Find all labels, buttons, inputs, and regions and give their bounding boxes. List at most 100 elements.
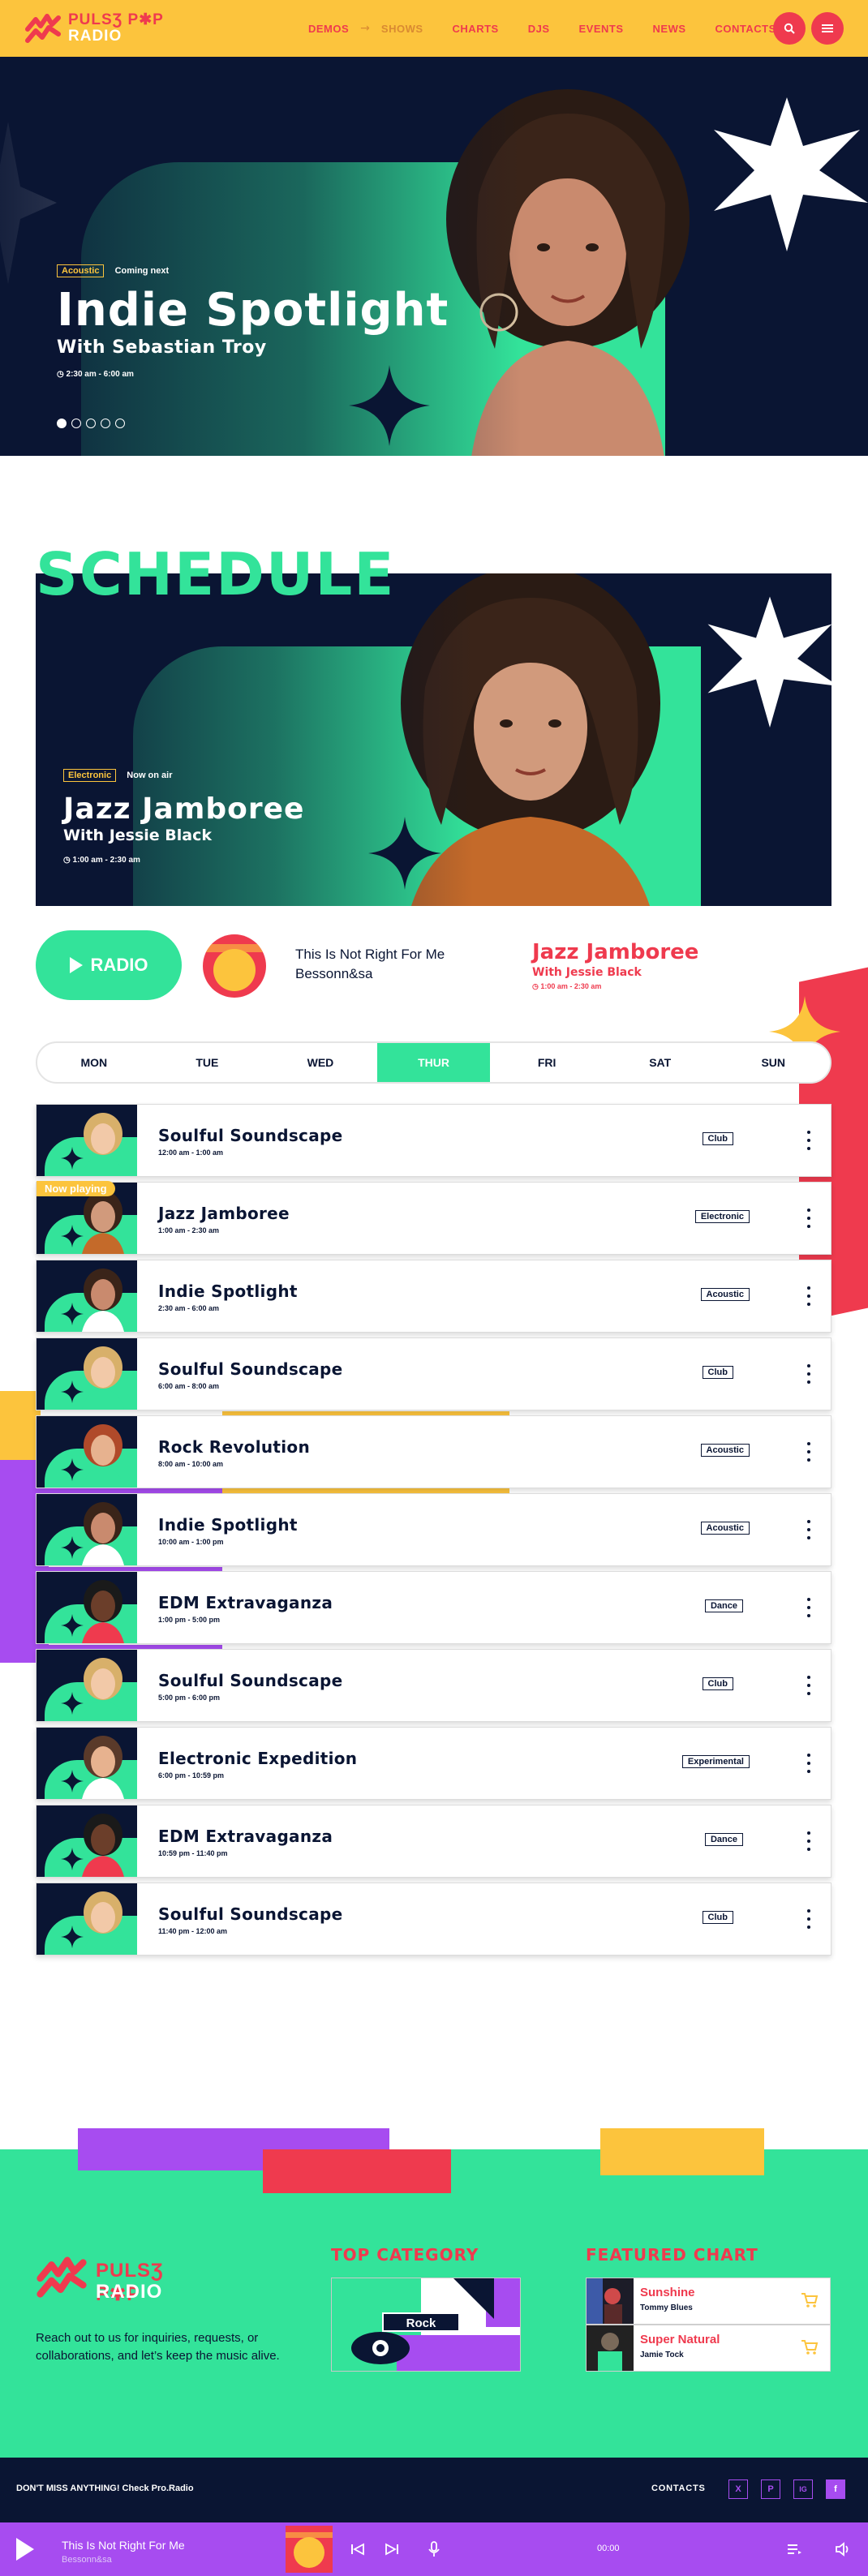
host-thumbnail bbox=[37, 1260, 137, 1332]
show-title[interactable]: Soulful Soundscape bbox=[158, 1904, 342, 1924]
nav-events[interactable]: EVENTS bbox=[579, 23, 624, 35]
chart-artist: Tommy Blues bbox=[640, 2303, 693, 2312]
schedule-row[interactable]: Soulful Soundscape 11:40 pm - 12:00 am Clu… bbox=[36, 1883, 831, 1956]
cart-icon[interactable] bbox=[801, 2291, 819, 2309]
genre-tag[interactable]: Dance bbox=[704, 1599, 743, 1612]
more-options-icon[interactable] bbox=[805, 1598, 813, 1617]
show-title[interactable]: Soulful Soundscape bbox=[158, 1126, 342, 1145]
schedule-row[interactable]: Soulful Soundscape 6:00 am - 8:00 am Club bbox=[36, 1337, 831, 1410]
show-title[interactable]: EDM Extravaganza bbox=[158, 1593, 333, 1612]
hero-title: Indie Spotlight bbox=[57, 284, 449, 337]
nav-djs[interactable]: DJS bbox=[528, 23, 550, 35]
genre-tag[interactable]: Electronic bbox=[694, 1210, 750, 1223]
more-options-icon[interactable] bbox=[805, 1286, 813, 1306]
nav-shows[interactable]: SHOWS bbox=[381, 23, 423, 35]
schedule-row[interactable]: Rock Revolution 8:00 am - 10:00 am Acousti… bbox=[36, 1415, 831, 1488]
more-options-icon[interactable] bbox=[805, 1131, 813, 1150]
genre-tag[interactable]: Acoustic bbox=[700, 1522, 750, 1535]
instagram-icon[interactable]: IG bbox=[793, 2479, 813, 2499]
more-options-icon[interactable] bbox=[805, 1442, 813, 1462]
decor-red-block bbox=[263, 2149, 451, 2193]
site-logo[interactable]: PULSƷ P✱P RADIO bbox=[24, 10, 170, 47]
schedule-row[interactable]: Soulful Soundscape 12:00 am - 1:00 am Club bbox=[36, 1104, 831, 1177]
tab-sat[interactable]: SAT bbox=[604, 1043, 717, 1082]
show-time: 1:00 am - 2:30 am bbox=[158, 1226, 220, 1234]
genre-tag[interactable]: Dance bbox=[704, 1833, 743, 1846]
tab-sun[interactable]: SUN bbox=[716, 1043, 830, 1082]
menu-button[interactable] bbox=[811, 12, 844, 45]
more-options-icon[interactable] bbox=[805, 1909, 813, 1929]
x-icon[interactable]: X bbox=[728, 2479, 748, 2499]
tab-thur[interactable]: THUR bbox=[376, 1043, 491, 1082]
host-thumbnail bbox=[37, 1416, 137, 1488]
cart-icon[interactable] bbox=[801, 2338, 819, 2356]
track-thumbnail bbox=[587, 2325, 634, 2371]
previous-icon[interactable] bbox=[349, 2540, 367, 2558]
search-button[interactable] bbox=[773, 12, 806, 45]
tab-wed[interactable]: WED bbox=[264, 1043, 377, 1082]
footer-contacts-link[interactable]: CONTACTS bbox=[651, 2484, 706, 2493]
show-title[interactable]: Soulful Soundscape bbox=[158, 1671, 342, 1690]
footer-logo[interactable]: PULSƷ P✱P RADIO bbox=[36, 2255, 214, 2305]
slider-dot[interactable] bbox=[101, 419, 110, 428]
show-title[interactable]: EDM Extravaganza bbox=[158, 1827, 333, 1846]
more-options-icon[interactable] bbox=[805, 1676, 813, 1695]
slider-dot[interactable] bbox=[57, 419, 67, 428]
schedule-row[interactable]: Soulful Soundscape 5:00 pm - 6:00 pm Club bbox=[36, 1649, 831, 1722]
slider-dot[interactable] bbox=[115, 419, 125, 428]
chart-item[interactable]: Sunshine Tommy Blues bbox=[586, 2278, 831, 2325]
pinterest-icon[interactable]: P bbox=[761, 2479, 780, 2499]
genre-tag[interactable]: Experimental bbox=[681, 1755, 750, 1768]
schedule-row[interactable]: Now playing Jazz Jamboree 1:00 am - 2:30 a… bbox=[36, 1181, 831, 1255]
more-options-icon[interactable] bbox=[805, 1831, 813, 1851]
more-options-icon[interactable] bbox=[805, 1209, 813, 1228]
playlist-icon[interactable] bbox=[785, 2540, 803, 2558]
logo-text-bottom: RADIO bbox=[96, 2281, 163, 2303]
genre-tag[interactable]: Acoustic bbox=[700, 1444, 750, 1457]
sparkle-icon bbox=[61, 1147, 84, 1170]
nav-contacts[interactable]: CONTACTS bbox=[715, 23, 776, 35]
next-icon[interactable] bbox=[383, 2540, 401, 2558]
radio-play-button[interactable]: RADIO bbox=[36, 930, 182, 1000]
nav-news[interactable]: NEWS bbox=[653, 23, 686, 35]
chart-title: Super Natural bbox=[640, 2333, 720, 2346]
nav-charts[interactable]: CHARTS bbox=[453, 23, 499, 35]
schedule-row[interactable]: EDM Extravaganza 1:00 pm - 5:00 pm Dance bbox=[36, 1571, 831, 1644]
slider-dot[interactable] bbox=[86, 419, 96, 428]
genre-tag[interactable]: Club bbox=[702, 1911, 733, 1924]
more-options-icon[interactable] bbox=[805, 1754, 813, 1773]
host-photo bbox=[82, 1191, 124, 1254]
show-title[interactable]: Indie Spotlight bbox=[158, 1515, 298, 1535]
microphone-icon[interactable] bbox=[425, 2540, 443, 2558]
show-title[interactable]: Indie Spotlight bbox=[158, 1282, 298, 1301]
show-title[interactable]: Soulful Soundscape bbox=[158, 1359, 342, 1379]
sparkle-icon bbox=[61, 1614, 84, 1637]
schedule-row[interactable]: EDM Extravaganza 10:59 pm - 11:40 pm Dance bbox=[36, 1805, 831, 1878]
schedule-row[interactable]: Indie Spotlight 2:30 am - 6:00 am Acoustic bbox=[36, 1260, 831, 1333]
play-button[interactable] bbox=[10, 2533, 42, 2565]
chart-item[interactable]: Super Natural Jamie Tock bbox=[586, 2325, 831, 2372]
category-card[interactable]: Rock bbox=[331, 2278, 521, 2372]
current-show[interactable]: Jazz Jamboree bbox=[532, 940, 698, 964]
schedule-row[interactable]: Electronic Expedition 6:00 pm - 10:59 pm E… bbox=[36, 1727, 831, 1800]
nav-demos[interactable]: DEMOS bbox=[308, 23, 349, 35]
tab-mon[interactable]: MON bbox=[37, 1043, 151, 1082]
more-options-icon[interactable] bbox=[805, 1520, 813, 1539]
host-thumbnail bbox=[37, 1105, 137, 1176]
slider-dot[interactable] bbox=[71, 419, 81, 428]
host-thumbnail bbox=[37, 1494, 137, 1565]
genre-tag[interactable]: Club bbox=[702, 1366, 733, 1379]
volume-icon[interactable] bbox=[834, 2540, 852, 2558]
more-options-icon[interactable] bbox=[805, 1364, 813, 1384]
schedule-row[interactable]: Indie Spotlight 10:00 am - 1:00 pm Acousti… bbox=[36, 1493, 831, 1566]
show-title[interactable]: Rock Revolution bbox=[158, 1437, 310, 1457]
show-time: 8:00 am - 10:00 am bbox=[158, 1460, 224, 1468]
genre-tag[interactable]: Club bbox=[702, 1132, 733, 1145]
show-title[interactable]: Electronic Expedition bbox=[158, 1749, 357, 1768]
show-title[interactable]: Jazz Jamboree bbox=[158, 1204, 290, 1223]
genre-tag[interactable]: Club bbox=[702, 1677, 733, 1690]
tab-tue[interactable]: TUE bbox=[151, 1043, 264, 1082]
genre-tag[interactable]: Acoustic bbox=[700, 1288, 750, 1301]
tab-fri[interactable]: FRI bbox=[490, 1043, 604, 1082]
facebook-icon[interactable]: f bbox=[826, 2479, 845, 2499]
